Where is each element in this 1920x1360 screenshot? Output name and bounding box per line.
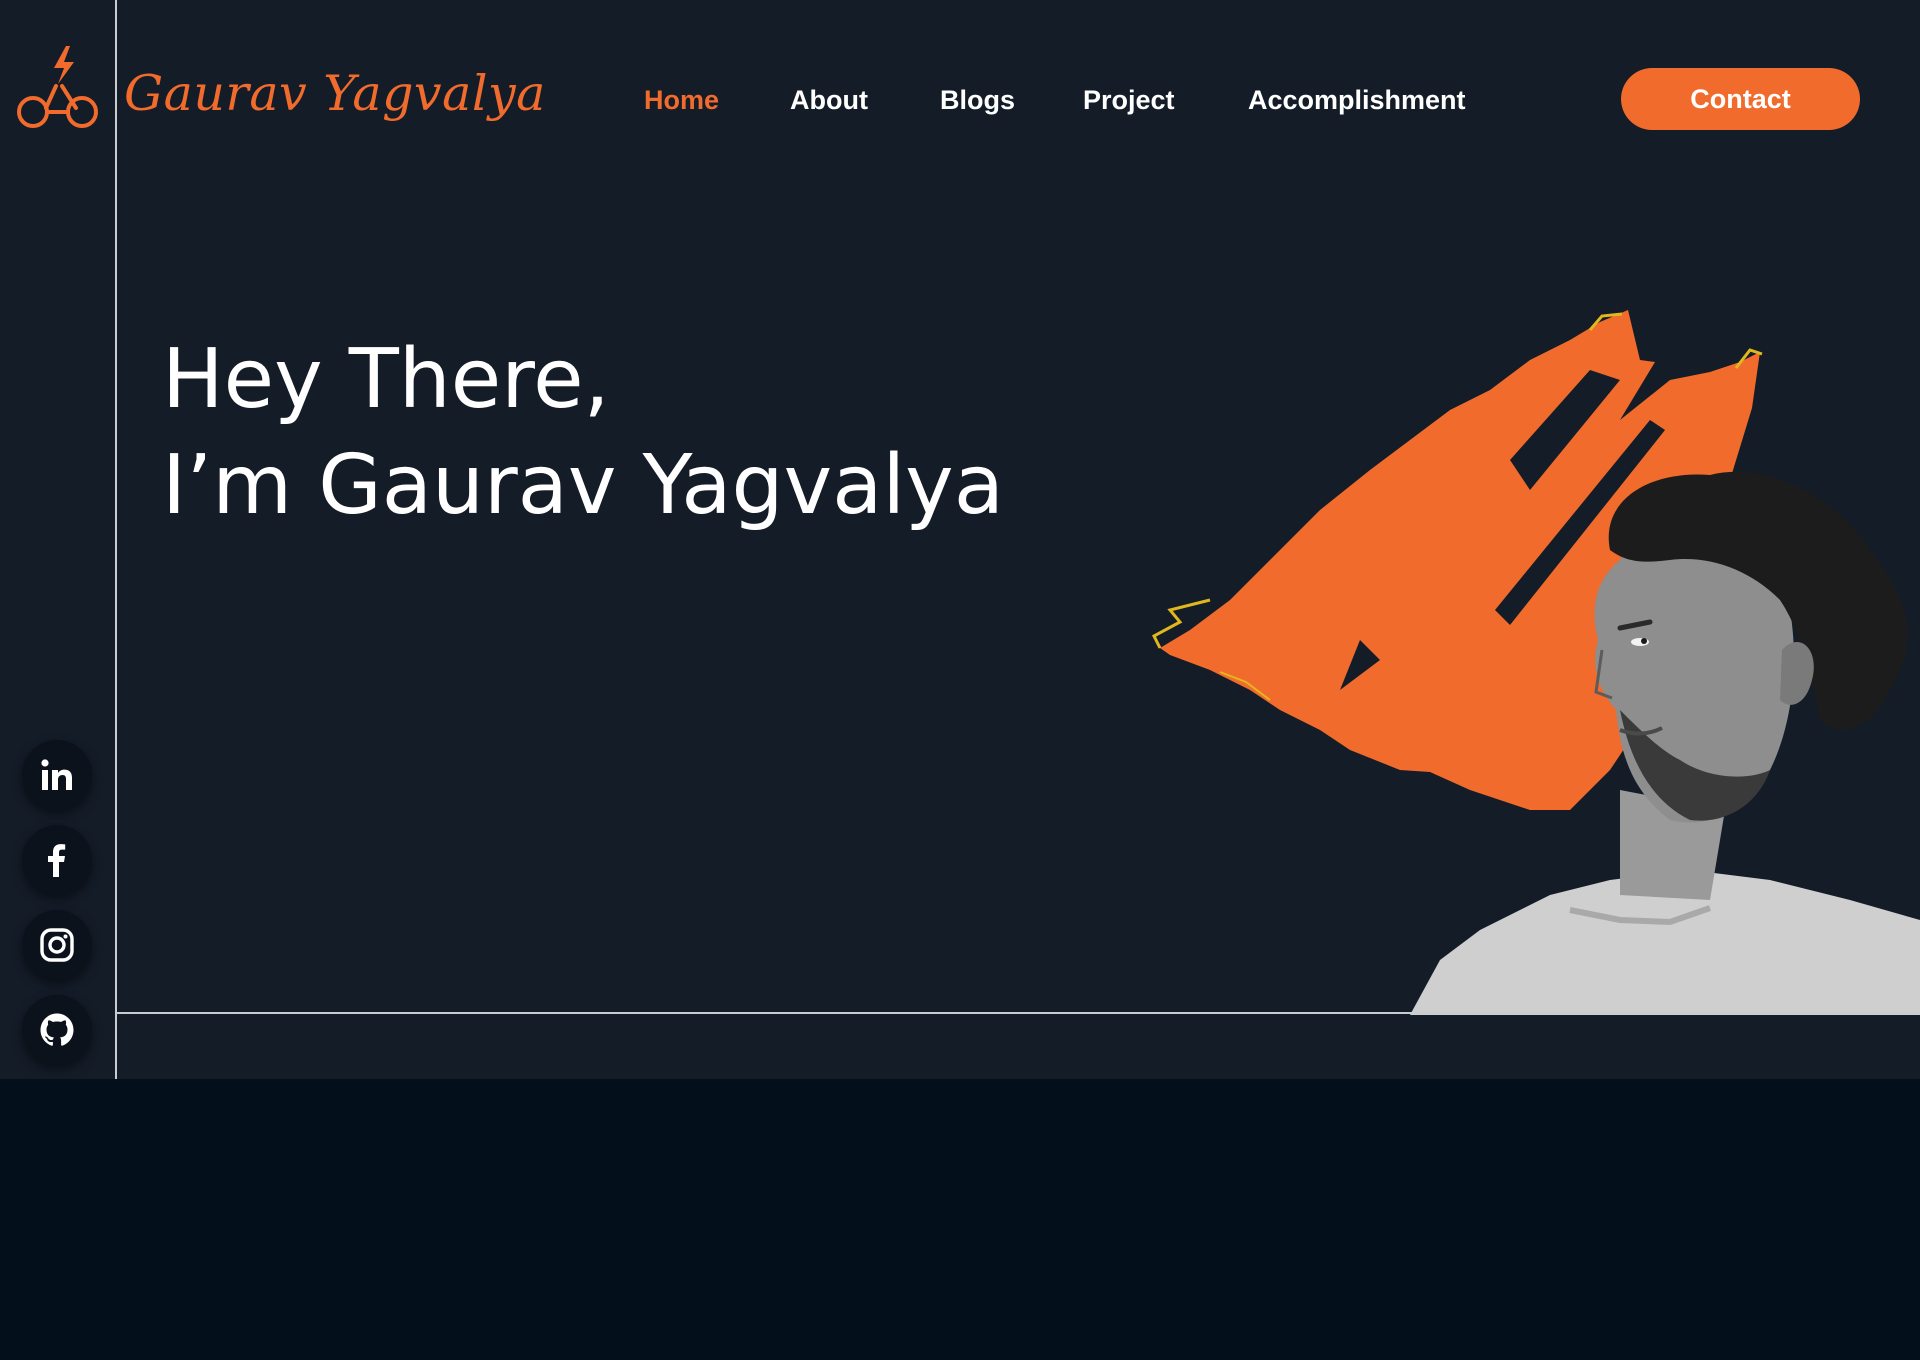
nav-item-home[interactable]: Home (644, 80, 719, 120)
instagram-icon (40, 928, 74, 962)
nav-item-about[interactable]: About (790, 80, 868, 120)
portrait-artwork (1150, 310, 1920, 1015)
hero-greeting: Hey There, (162, 332, 610, 427)
nav-item-project[interactable]: Project (1083, 80, 1175, 120)
contact-button[interactable]: Contact (1621, 68, 1860, 130)
github-link[interactable] (22, 995, 92, 1065)
linkedin-icon (41, 759, 72, 790)
page-lower-area (0, 1079, 1920, 1360)
github-icon (40, 1013, 74, 1046)
hero-name: I’m Gaurav Yagvalya (162, 438, 1004, 533)
hero-divider (117, 1012, 1920, 1014)
nav-item-blogs[interactable]: Blogs (940, 80, 1015, 120)
facebook-link[interactable] (22, 825, 92, 895)
hero-heading: Hey There, I’m Gaurav Yagvalya (162, 327, 1004, 539)
linkedin-link[interactable] (22, 740, 92, 810)
facebook-icon (48, 844, 66, 877)
sidebar-divider (115, 0, 117, 1079)
hero-section: Gaurav Yagvalya Home About Blogs Project… (0, 0, 1920, 1079)
nav-item-accomplishment[interactable]: Accomplishment (1248, 80, 1466, 120)
instagram-link[interactable] (22, 910, 92, 980)
